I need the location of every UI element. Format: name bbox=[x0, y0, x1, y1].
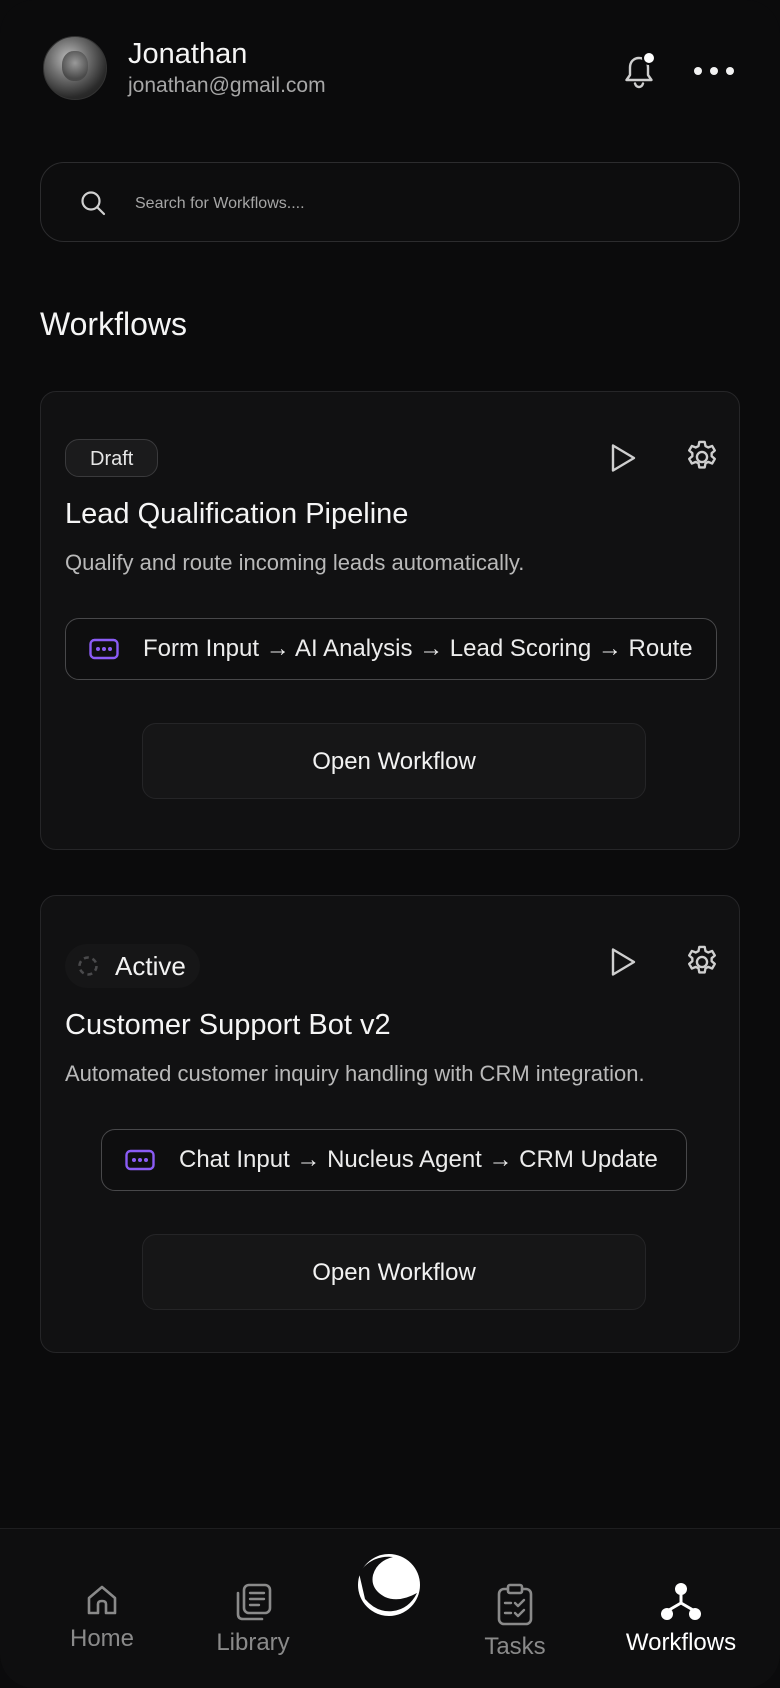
play-icon[interactable] bbox=[608, 946, 638, 978]
open-workflow-button[interactable]: Open Workflow bbox=[142, 1234, 646, 1310]
app-screen: Jonathan jonathan@gmail.com Workflows Dr… bbox=[0, 0, 780, 1688]
workflow-steps: Form Input → AI Analysis → Lead Scoring … bbox=[65, 618, 717, 680]
search-bar[interactable] bbox=[40, 162, 740, 242]
avatar[interactable] bbox=[43, 36, 107, 100]
workflow-steps: Chat Input → Nucleus Agent → CRM Update bbox=[101, 1129, 687, 1191]
gear-icon[interactable] bbox=[683, 438, 721, 476]
open-workflow-button[interactable]: Open Workflow bbox=[142, 723, 646, 799]
nav-label-library: Library bbox=[216, 1629, 290, 1656]
more-options-icon[interactable] bbox=[693, 64, 735, 78]
nav-label-tasks: Tasks bbox=[484, 1633, 546, 1660]
workflow-description: Qualify and route incoming leads automat… bbox=[65, 550, 525, 575]
workflow-steps-text: Chat Input → Nucleus Agent → CRM Update bbox=[179, 1146, 658, 1173]
workflow-title: Customer Support Bot v2 bbox=[65, 1009, 391, 1041]
workflows-icon bbox=[661, 1583, 701, 1620]
nav-item-home[interactable]: Home bbox=[62, 1581, 142, 1653]
nav-item-tasks[interactable]: Tasks bbox=[475, 1583, 555, 1661]
workflow-card: Draft Lead Qualification Pipeline Qualif… bbox=[40, 391, 740, 850]
nav-item-workflows[interactable]: Workflows bbox=[618, 1581, 744, 1657]
dots-box-icon bbox=[125, 1149, 155, 1171]
workflow-steps-text: Form Input → AI Analysis → Lead Scoring … bbox=[143, 635, 693, 662]
app-logo-icon[interactable] bbox=[357, 1553, 421, 1617]
bottom-navigation: Home Library Tasks Workflows bbox=[0, 1528, 780, 1688]
status-badge-label: Active bbox=[115, 951, 186, 981]
search-input[interactable] bbox=[133, 183, 697, 225]
search-icon bbox=[81, 191, 106, 216]
workflow-card: Active Customer Support Bot v2 Automated… bbox=[40, 895, 740, 1353]
workflow-description: Automated customer inquiry handling with… bbox=[65, 1061, 645, 1086]
nav-item-library[interactable]: Library bbox=[208, 1581, 298, 1657]
profile-header: Jonathan jonathan@gmail.com bbox=[43, 36, 737, 100]
workflow-title: Lead Qualification Pipeline bbox=[65, 498, 409, 530]
loading-spinner-icon bbox=[78, 956, 98, 976]
section-title: Workflows bbox=[40, 306, 187, 342]
home-icon bbox=[87, 1585, 117, 1615]
nav-label-home: Home bbox=[69, 1625, 135, 1652]
dots-box-icon bbox=[89, 638, 119, 660]
nav-label-workflows: Workflows bbox=[625, 1629, 737, 1656]
status-badge: Active bbox=[65, 944, 200, 988]
gear-icon[interactable] bbox=[683, 943, 721, 981]
status-badge: Draft bbox=[65, 439, 159, 477]
library-icon bbox=[236, 1583, 272, 1621]
play-icon[interactable] bbox=[608, 442, 638, 474]
notification-bell-icon[interactable] bbox=[621, 52, 657, 92]
tasks-icon bbox=[497, 1583, 533, 1626]
user-name: Jonathan bbox=[128, 38, 248, 70]
user-email: jonathan@gmail.com bbox=[128, 74, 326, 97]
